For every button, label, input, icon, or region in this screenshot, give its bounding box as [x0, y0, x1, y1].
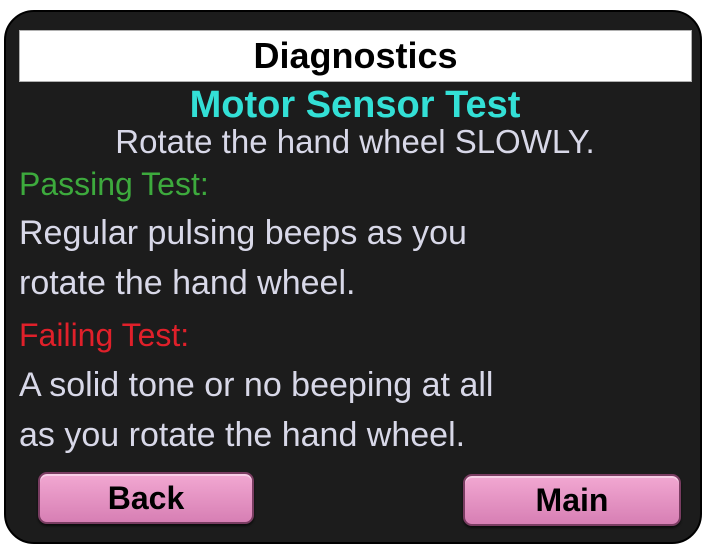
failing-test-description: A solid tone or no beeping at all as you… [19, 360, 659, 460]
passing-test-label: Passing Test: [19, 166, 209, 202]
failing-description-line: A solid tone or no beeping at all [19, 366, 494, 404]
main-button[interactable]: Main [463, 474, 681, 526]
passing-description-line: rotate the hand wheel. [19, 264, 356, 302]
page-title: Diagnostics [19, 30, 692, 82]
diagnostics-screen: Diagnostics Motor Sensor Test Rotate the… [4, 10, 702, 544]
test-name: Motor Sensor Test [189, 84, 521, 126]
back-button[interactable]: Back [38, 472, 254, 524]
passing-test-description: Regular pulsing beeps as you rotate the … [19, 208, 639, 308]
failing-description-line: as you rotate the hand wheel. [19, 416, 466, 454]
test-instruction: Rotate the hand wheel SLOWLY. [115, 123, 595, 160]
passing-description-line: Regular pulsing beeps as you [19, 214, 467, 252]
failing-test-label: Failing Test: [19, 317, 190, 353]
